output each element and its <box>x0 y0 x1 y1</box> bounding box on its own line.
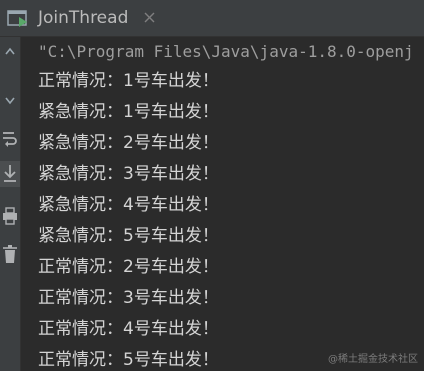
tab-jointhread[interactable]: JoinThread <box>0 0 170 36</box>
output-line: 正常情况：1号车出发！ <box>38 71 219 91</box>
print-icon[interactable] <box>0 205 20 227</box>
output-line: 紧急情况：4号车出发！ <box>38 195 219 215</box>
console-toolbar <box>0 37 21 371</box>
output-line: 紧急情况：2号车出发！ <box>38 133 219 153</box>
output-line: 正常情况：2号车出发！ <box>38 257 219 277</box>
tab-title: JoinThread <box>38 8 129 28</box>
output-line: 紧急情况：3号车出发！ <box>38 164 219 184</box>
run-tool-window: JoinThread "C:\Program Files\Java\java-1… <box>0 0 424 371</box>
arrow-up-icon[interactable] <box>0 41 20 63</box>
arrow-down-icon[interactable] <box>0 89 20 111</box>
scroll-to-end-icon[interactable] <box>0 161 20 187</box>
output-line: 正常情况：5号车出发！ <box>38 350 219 370</box>
output-line: 紧急情况：5号车出发！ <box>38 226 219 246</box>
console-run-icon <box>7 10 27 27</box>
output-line: 紧急情况：1号车出发！ <box>38 102 219 122</box>
delete-icon[interactable] <box>0 243 20 267</box>
watermark: @稀土掘金技术社区 <box>328 354 418 365</box>
command-line: "C:\Program Files\Java\java-1.8.0-openj <box>38 42 414 61</box>
soft-wrap-icon[interactable] <box>0 127 20 149</box>
output-line: 正常情况：4号车出发！ <box>38 319 219 339</box>
console-output[interactable]: "C:\Program Files\Java\java-1.8.0-openj … <box>21 37 424 371</box>
close-icon[interactable] <box>143 11 156 24</box>
output-lines: 正常情况：1号车出发！ 紧急情况：1号车出发！ 紧急情况：2号车出发！ 紧急情况… <box>38 66 219 371</box>
output-line: 正常情况：3号车出发！ <box>38 288 219 308</box>
run-tab-bar: JoinThread <box>0 0 424 37</box>
